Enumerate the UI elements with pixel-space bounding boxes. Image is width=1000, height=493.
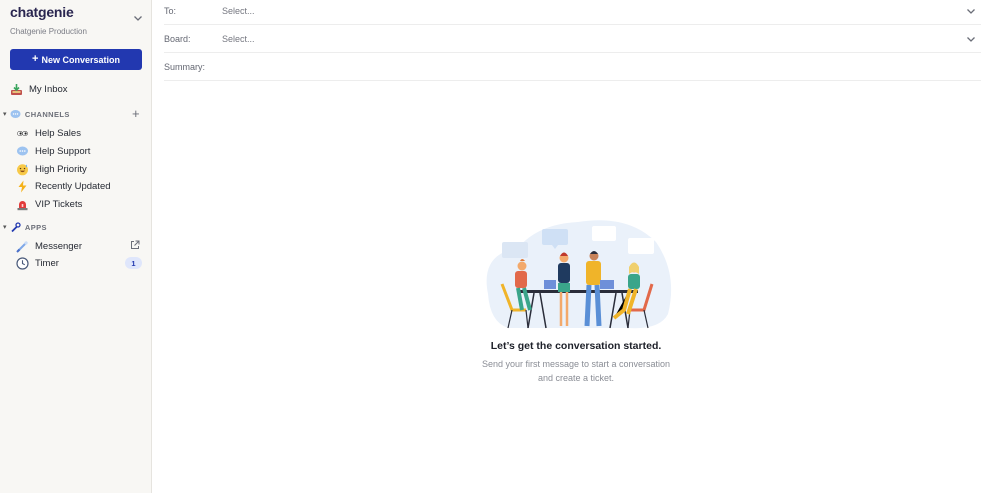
empty-state-title: Let’s get the conversation started. <box>490 340 662 352</box>
add-channel-button[interactable]: + <box>132 106 140 121</box>
new-conversation-label: New Conversation <box>41 54 120 65</box>
sidebar: chatgenie Chatgenie Production + New Con… <box>0 0 152 493</box>
chevron-down-icon[interactable] <box>132 12 144 24</box>
to-select[interactable]: Select... <box>222 6 965 16</box>
section-title: APPS <box>24 222 47 232</box>
sweat-smile-icon <box>16 163 29 176</box>
caret-down-icon[interactable]: ▾ <box>3 110 7 118</box>
board-field-row: Board: Select... <box>164 25 981 53</box>
sidebar-item-label: Messenger <box>35 240 82 252</box>
workspace-name: Chatgenie Production <box>10 27 87 36</box>
chevron-down-icon[interactable] <box>965 33 977 45</box>
clock-icon <box>16 256 29 270</box>
empty-state-subtitle-line: and create a ticket. <box>537 372 615 383</box>
inbox-tray-icon <box>10 83 23 96</box>
speech-bubble-icon <box>16 145 29 158</box>
channels-section-header[interactable]: ▾ CHANNELS + <box>3 106 143 121</box>
to-field-row: To: Select... <box>164 0 981 25</box>
sidebar-item-label: My Inbox <box>29 83 68 95</box>
to-label: To: <box>164 5 177 16</box>
workspace-switcher[interactable]: chatgenie <box>10 4 144 24</box>
sidebar-item-label: High Priority <box>35 163 87 175</box>
sidebar-item-help-sales[interactable]: Help Sales <box>16 125 144 141</box>
sidebar-item-messenger[interactable]: Messenger <box>16 238 144 254</box>
sidebar-item-recently-updated[interactable]: Recently Updated <box>16 178 144 194</box>
sidebar-item-high-priority[interactable]: High Priority <box>16 161 144 177</box>
sidebar-item-label: Help Sales <box>35 127 81 139</box>
plus-icon: + <box>32 53 39 65</box>
board-label: Board: <box>164 33 191 44</box>
sidebar-item-help-support[interactable]: Help Support <box>16 143 144 159</box>
team-meeting-illustration <box>486 220 672 329</box>
chevron-down-icon[interactable] <box>965 5 977 17</box>
sidebar-item-label: Recently Updated <box>35 180 111 192</box>
sidebar-item-label: Timer <box>35 257 59 269</box>
external-link-icon[interactable] <box>130 240 140 250</box>
empty-state-subtitle-line: Send your first message to start a conve… <box>481 359 671 369</box>
new-conversation-button[interactable]: + New Conversation <box>10 49 142 70</box>
wrench-icon <box>10 221 21 233</box>
sidebar-item-my-inbox[interactable]: My Inbox <box>10 81 144 97</box>
brand-logo: chatgenie <box>10 4 74 20</box>
siren-icon <box>16 198 29 211</box>
eyes-icon <box>16 127 29 140</box>
board-select[interactable]: Select... <box>222 34 965 44</box>
sidebar-item-label: VIP Tickets <box>35 198 83 210</box>
sidebar-item-timer[interactable]: Timer 1 <box>16 255 144 271</box>
messenger-icon <box>16 240 29 253</box>
summary-field-row: Summary: <box>164 53 981 81</box>
caret-down-icon[interactable]: ▾ <box>3 223 7 231</box>
sidebar-item-vip-tickets[interactable]: VIP Tickets <box>16 196 144 212</box>
section-title: CHANNELS <box>24 109 70 119</box>
apps-section-header[interactable]: ▾ APPS <box>3 220 143 234</box>
sidebar-item-label: Help Support <box>35 145 91 157</box>
speech-bubble-icon <box>10 109 21 120</box>
summary-label: Summary: <box>164 61 206 72</box>
count-badge: 1 <box>125 257 142 269</box>
lightning-icon <box>16 180 29 193</box>
empty-state-subtitle: Send your first message to start a conve… <box>426 358 726 385</box>
